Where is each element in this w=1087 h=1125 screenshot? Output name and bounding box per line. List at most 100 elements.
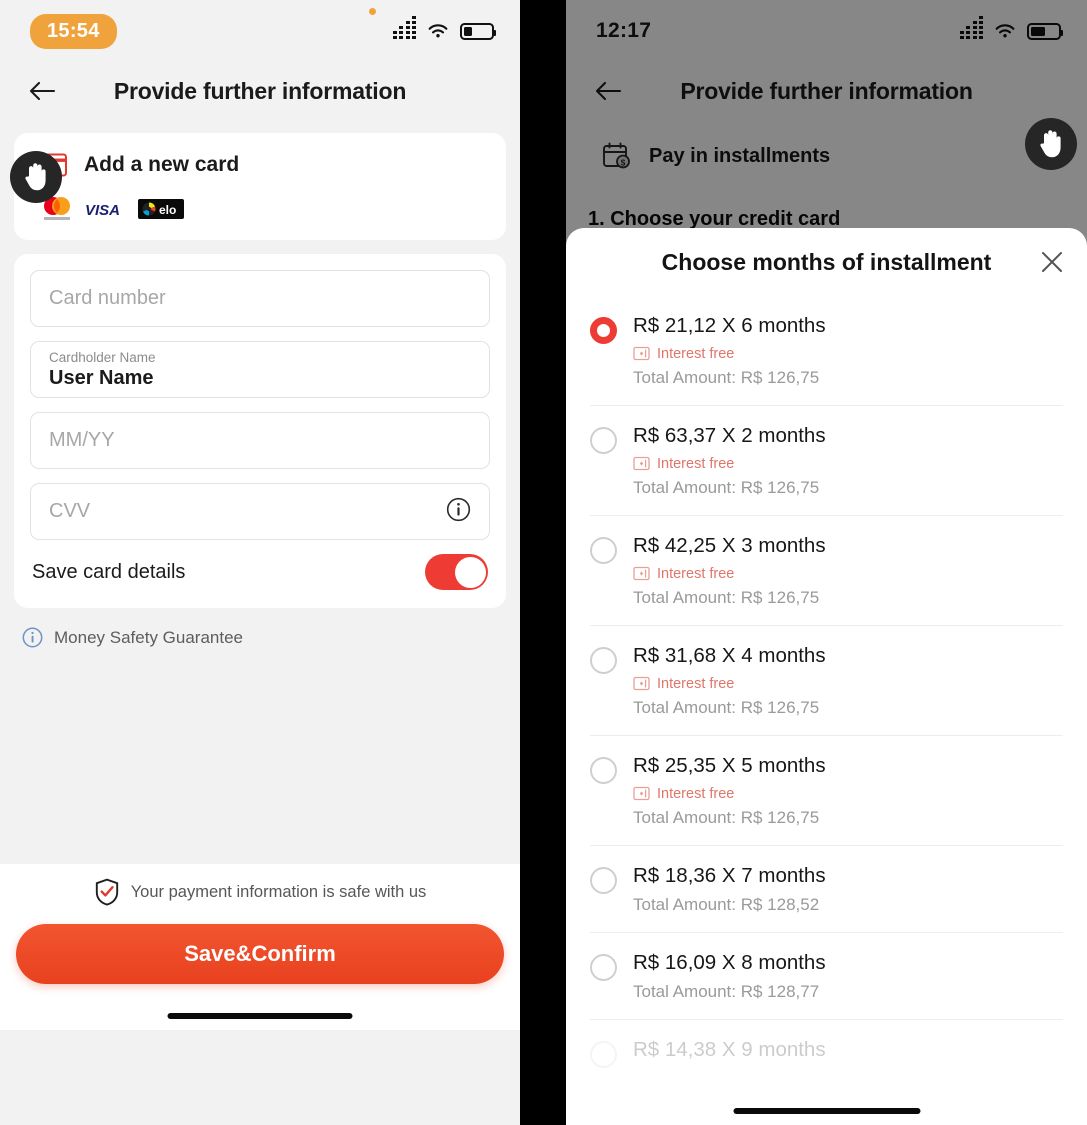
badge-label: Interest free — [657, 345, 735, 362]
elo-icon: elo — [138, 199, 184, 219]
left-content-body: Add a new card VISA elo Card number Card… — [0, 133, 520, 1030]
interest-free-icon — [633, 456, 650, 471]
option-total: Total Amount: R$ 126,75 — [633, 698, 820, 717]
option-total: Total Amount: R$ 126,75 — [633, 368, 820, 387]
close-icon — [1042, 252, 1062, 272]
option-title: R$ 18,36 X 7 months — [633, 864, 826, 887]
payment-safe-row: Your payment information is safe with us — [0, 878, 520, 906]
page-title-left: Provide further information — [113, 77, 407, 104]
money-safety-guarantee-row[interactable]: Money Safety Guarantee — [22, 627, 520, 648]
cardholder-name-value: User Name — [49, 366, 154, 389]
status-icons-left — [392, 16, 496, 40]
option-total: Total Amount: R$ 126,75 — [633, 808, 820, 827]
status-bar-left: 15:54 — [0, 0, 520, 62]
nav-bar-left: Provide further information — [0, 62, 520, 120]
radio-unselected[interactable] — [590, 647, 617, 674]
save-card-details-row[interactable]: Save card details — [30, 554, 490, 590]
add-new-card-label: Add a new card — [84, 153, 240, 176]
installment-option[interactable]: R$ 63,37 X 2 months Interest free Total … — [590, 406, 1063, 516]
home-indicator-left — [167, 1013, 353, 1019]
left-phone-screen: 15:54 Provide further information Add a … — [0, 0, 520, 1125]
installment-option[interactable]: R$ 31,68 X 4 months Interest free Total … — [590, 626, 1063, 736]
option-title: R$ 42,25 X 3 months — [633, 534, 826, 557]
radio-unselected[interactable] — [590, 537, 617, 564]
expiry-placeholder: MM/YY — [49, 429, 115, 451]
option-title: R$ 16,09 X 8 months — [633, 951, 826, 974]
wifi-icon — [428, 24, 448, 38]
installment-option[interactable]: R$ 16,09 X 8 months Total Amount: R$ 128… — [590, 933, 1063, 1020]
interest-free-badge: Interest free — [633, 565, 1063, 582]
dual-phone-screenshot: 15:54 Provide further information Add a … — [0, 0, 1087, 1125]
option-total: Total Amount: R$ 126,75 — [633, 588, 820, 607]
interest-free-icon — [633, 566, 650, 581]
visa-icon: VISA — [85, 202, 120, 218]
money-safety-guarantee-text: Money Safety Guarantee — [54, 627, 244, 647]
radio-unselected[interactable] — [590, 1041, 617, 1068]
cardholder-name-label: Cardholder Name — [49, 349, 156, 365]
recording-indicator-dot — [369, 8, 376, 15]
installment-option[interactable]: R$ 25,35 X 5 months Interest free Total … — [590, 736, 1063, 846]
phone-divider-gutter — [520, 0, 566, 1125]
interest-free-badge: Interest free — [633, 345, 1063, 362]
payment-safe-text: Your payment information is safe with us — [130, 882, 427, 901]
interest-free-badge: Interest free — [633, 785, 1063, 802]
badge-label: Interest free — [657, 565, 735, 582]
cvv-field[interactable]: CVV — [30, 483, 490, 540]
arrow-left-icon — [29, 81, 56, 101]
hand-cursor-icon — [25, 163, 46, 191]
add-new-card-panel[interactable]: Add a new card VISA elo — [14, 133, 506, 240]
option-total: Total Amount: R$ 126,75 — [633, 478, 820, 497]
card-number-placeholder: Card number — [49, 287, 166, 309]
hand-cursor-icon — [1040, 130, 1061, 158]
left-footer: Your payment information is safe with us… — [0, 864, 520, 1030]
interest-free-icon — [633, 676, 650, 691]
signal-icon — [392, 16, 416, 39]
badge-label: Interest free — [657, 785, 735, 802]
status-time-left: 15:54 — [30, 13, 117, 49]
badge-label: Interest free — [657, 675, 735, 692]
back-button-left[interactable] — [22, 71, 62, 111]
option-title: R$ 25,35 X 5 months — [633, 754, 826, 777]
interest-free-badge: Interest free — [633, 675, 1063, 692]
card-form-panel: Card number Cardholder Name User Name MM… — [14, 254, 506, 608]
badge-label: Interest free — [657, 455, 735, 472]
radio-unselected[interactable] — [590, 757, 617, 784]
cardholder-name-field[interactable]: Cardholder Name User Name — [30, 341, 490, 398]
installment-option[interactable]: R$ 14,38 X 9 months — [590, 1020, 1063, 1086]
installment-options-list: R$ 21,12 X 6 months Interest free Total … — [566, 296, 1087, 1086]
option-total: Total Amount: R$ 128,52 — [633, 895, 820, 914]
save-card-details-toggle[interactable] — [425, 554, 488, 590]
installment-option[interactable]: R$ 21,12 X 6 months Interest free Total … — [590, 296, 1063, 406]
close-sheet-button[interactable] — [1035, 245, 1069, 279]
home-indicator-right — [733, 1108, 920, 1114]
sheet-header: Choose months of installment — [566, 228, 1087, 296]
installment-option[interactable]: R$ 42,25 X 3 months Interest free Total … — [590, 516, 1063, 626]
option-total: Total Amount: R$ 128,77 — [633, 982, 820, 1001]
right-phone-screen: 12:17 Provide further information $ Pay … — [566, 0, 1087, 1125]
cvv-info-icon[interactable] — [446, 497, 471, 527]
option-title: R$ 31,68 X 4 months — [633, 644, 826, 667]
radio-unselected[interactable] — [590, 867, 617, 894]
installment-option[interactable]: R$ 18,36 X 7 months Total Amount: R$ 128… — [590, 846, 1063, 933]
radio-unselected[interactable] — [590, 427, 617, 454]
shield-check-icon — [95, 878, 118, 906]
installment-bottom-sheet: Choose months of installment R$ 21,12 X … — [566, 228, 1087, 1125]
sheet-title: Choose months of installment — [661, 248, 992, 275]
interest-free-icon — [633, 346, 650, 361]
cvv-placeholder: CVV — [49, 500, 91, 522]
interest-free-badge: Interest free — [633, 455, 1063, 472]
expiry-date-field[interactable]: MM/YY — [30, 412, 490, 469]
svg-text:VISA: VISA — [85, 202, 120, 218]
card-brand-logos: VISA elo — [36, 196, 484, 222]
option-title: R$ 21,12 X 6 months — [633, 314, 826, 337]
card-number-field[interactable]: Card number — [30, 270, 490, 327]
save-card-details-label: Save card details — [32, 560, 186, 583]
radio-selected[interactable] — [590, 317, 617, 344]
save-and-confirm-button[interactable]: Save&Confirm — [16, 924, 504, 984]
info-circle-icon — [22, 627, 43, 648]
battery-icon — [460, 22, 496, 40]
option-title: R$ 14,38 X 9 months — [633, 1038, 826, 1061]
svg-text:elo: elo — [159, 203, 176, 217]
radio-unselected[interactable] — [590, 954, 617, 981]
add-new-card-row[interactable]: Add a new card — [36, 153, 484, 177]
